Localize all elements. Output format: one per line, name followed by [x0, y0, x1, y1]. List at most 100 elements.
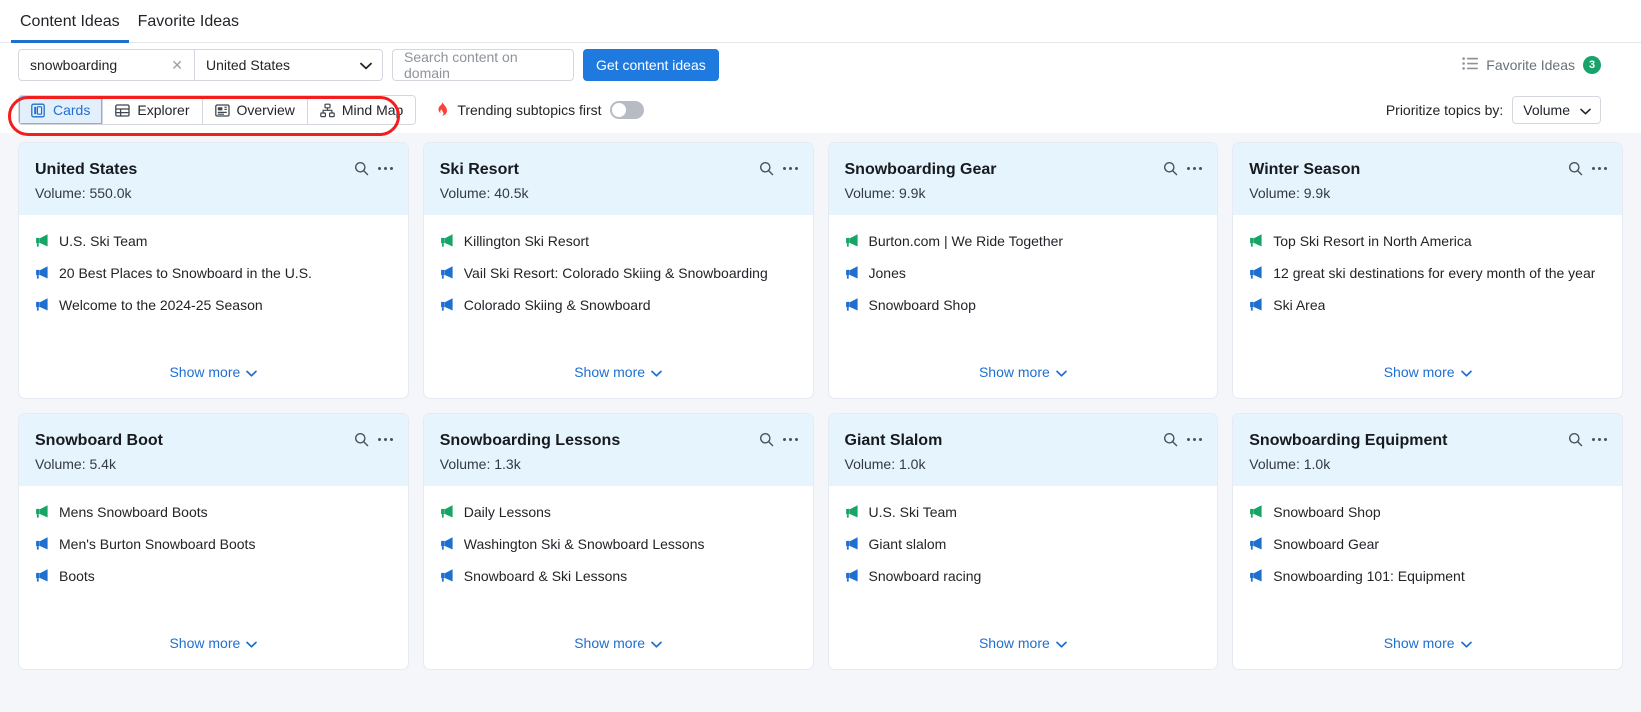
toggle-knob: [612, 103, 626, 117]
idea-item[interactable]: Mens Snowboard Boots: [35, 504, 392, 522]
idea-card-volume: Volume: 40.5k: [440, 185, 797, 201]
idea-item[interactable]: Giant slalom: [845, 536, 1202, 554]
search-icon[interactable]: [759, 432, 774, 447]
more-options-icon[interactable]: [1186, 163, 1203, 174]
show-more-label: Show more: [979, 364, 1050, 380]
show-more-button[interactable]: Show more: [169, 635, 257, 651]
prioritize-topics-control: Prioritize topics by: Volume: [1386, 96, 1623, 124]
idea-item[interactable]: Jones: [845, 265, 1202, 283]
domain-search-input[interactable]: Search content on domain: [392, 49, 574, 81]
idea-item-label: 20 Best Places to Snowboard in the U.S.: [59, 265, 312, 281]
tab-content-ideas-label: Content Ideas: [20, 13, 120, 30]
idea-item[interactable]: 20 Best Places to Snowboard in the U.S.: [35, 265, 392, 283]
megaphone-icon: [440, 265, 455, 283]
idea-card-4[interactable]: Snowboard Boot Volume: 5.4k Mens Snowboa…: [18, 413, 409, 670]
idea-item[interactable]: Snowboard Shop: [845, 297, 1202, 315]
search-icon[interactable]: [1568, 161, 1583, 176]
idea-item[interactable]: Snowboard Gear: [1249, 536, 1606, 554]
idea-item-label: U.S. Ski Team: [869, 504, 957, 520]
idea-card-body: Burton.com | We Ride Together Jones Snowbo…: [829, 215, 1218, 364]
more-options-icon[interactable]: [782, 434, 799, 445]
clear-icon[interactable]: ✕: [169, 58, 185, 72]
show-more-button[interactable]: Show more: [979, 364, 1067, 380]
idea-item[interactable]: Welcome to the 2024-25 Season: [35, 297, 392, 315]
idea-item[interactable]: U.S. Ski Team: [845, 504, 1202, 522]
megaphone-icon: [35, 265, 50, 283]
search-controls-row: snowboarding ✕ United States Search cont…: [0, 43, 1641, 87]
show-more-button[interactable]: Show more: [574, 635, 662, 651]
view-tab-cards[interactable]: Cards: [19, 96, 103, 124]
show-more-button[interactable]: Show more: [574, 364, 662, 380]
idea-card-volume: Volume: 1.3k: [440, 456, 797, 472]
chevron-down-icon: [1056, 364, 1067, 380]
idea-item-label: 12 great ski destinations for every mont…: [1273, 265, 1595, 281]
show-more-button[interactable]: Show more: [1384, 364, 1472, 380]
trending-subtopics-control: Trending subtopics first: [435, 101, 643, 120]
idea-card-6[interactable]: Giant Slalom Volume: 1.0k U.S. Ski TeamG…: [828, 413, 1219, 670]
idea-item[interactable]: Snowboard racing: [845, 568, 1202, 586]
megaphone-icon: [1249, 536, 1264, 554]
idea-item[interactable]: Snowboard Shop: [1249, 504, 1606, 522]
search-icon[interactable]: [1163, 432, 1178, 447]
idea-card-7[interactable]: Snowboarding Equipment Volume: 1.0k Snow…: [1232, 413, 1623, 670]
more-options-icon[interactable]: [377, 163, 394, 174]
idea-card-5[interactable]: Snowboarding Lessons Volume: 1.3k Daily …: [423, 413, 814, 670]
idea-card-volume: Volume: 1.0k: [845, 456, 1202, 472]
idea-item[interactable]: Ski Area: [1249, 297, 1606, 315]
megaphone-icon: [845, 265, 860, 283]
megaphone-icon: [440, 536, 455, 554]
favorite-ideas-button[interactable]: Favorite Ideas 3: [1462, 56, 1623, 74]
idea-item[interactable]: Boots: [35, 568, 392, 586]
keyword-input-value: snowboarding: [30, 57, 117, 73]
view-tab-cards-label: Cards: [53, 102, 90, 118]
more-options-icon[interactable]: [1186, 434, 1203, 445]
more-options-icon[interactable]: [782, 163, 799, 174]
prioritize-topics-select[interactable]: Volume: [1512, 96, 1601, 124]
idea-item[interactable]: Vail Ski Resort: Colorado Skiing & Snowb…: [440, 265, 797, 283]
idea-item[interactable]: Men's Burton Snowboard Boots: [35, 536, 392, 554]
tab-favorite-ideas[interactable]: Favorite Ideas: [129, 13, 248, 42]
more-options-icon[interactable]: [1591, 163, 1608, 174]
idea-card-0[interactable]: United States Volume: 550.0k U.S. Ski Te…: [18, 142, 409, 399]
tab-content-ideas[interactable]: Content Ideas: [11, 13, 129, 42]
country-select[interactable]: United States: [195, 50, 382, 80]
show-more-button[interactable]: Show more: [169, 364, 257, 380]
idea-item[interactable]: Daily Lessons: [440, 504, 797, 522]
idea-item[interactable]: 12 great ski destinations for every mont…: [1249, 265, 1606, 283]
idea-item-label: Snowboard Shop: [1273, 504, 1380, 520]
content-ideas-app: Content Ideas Favorite Ideas snowboardin…: [0, 0, 1641, 712]
idea-card-1[interactable]: Ski Resort Volume: 40.5k Killington Ski …: [423, 142, 814, 399]
trending-subtopics-toggle[interactable]: [610, 101, 644, 119]
view-tab-explorer-label: Explorer: [137, 102, 189, 118]
more-options-icon[interactable]: [1591, 434, 1608, 445]
idea-item[interactable]: Top Ski Resort in North America: [1249, 233, 1606, 251]
idea-item-label: Killington Ski Resort: [464, 233, 589, 249]
search-icon[interactable]: [759, 161, 774, 176]
idea-item[interactable]: Washington Ski & Snowboard Lessons: [440, 536, 797, 554]
get-content-ideas-button[interactable]: Get content ideas: [583, 49, 719, 81]
view-tab-explorer[interactable]: Explorer: [103, 96, 202, 124]
show-more-button[interactable]: Show more: [1384, 635, 1472, 651]
view-tab-overview[interactable]: Overview: [203, 96, 308, 124]
search-icon[interactable]: [1568, 432, 1583, 447]
overview-icon: [215, 103, 230, 118]
idea-item[interactable]: Snowboard & Ski Lessons: [440, 568, 797, 586]
idea-item[interactable]: Burton.com | We Ride Together: [845, 233, 1202, 251]
idea-card-volume: Volume: 9.9k: [1249, 185, 1606, 201]
keyword-input[interactable]: snowboarding ✕: [19, 50, 194, 80]
idea-item[interactable]: U.S. Ski Team: [35, 233, 392, 251]
idea-card-header: United States Volume: 550.0k: [19, 143, 408, 215]
idea-card-volume: Volume: 5.4k: [35, 456, 392, 472]
idea-card-3[interactable]: Winter Season Volume: 9.9k Top Ski Resor…: [1232, 142, 1623, 399]
more-options-icon[interactable]: [377, 434, 394, 445]
show-more-button[interactable]: Show more: [979, 635, 1067, 651]
idea-card-2[interactable]: Snowboarding Gear Volume: 9.9k Burton.co…: [828, 142, 1219, 399]
search-icon[interactable]: [354, 161, 369, 176]
idea-item[interactable]: Snowboarding 101: Equipment: [1249, 568, 1606, 586]
view-tab-mind-map[interactable]: Mind Map: [308, 96, 415, 124]
idea-item[interactable]: Killington Ski Resort: [440, 233, 797, 251]
search-icon[interactable]: [1163, 161, 1178, 176]
list-icon: [1462, 57, 1478, 73]
idea-item[interactable]: Colorado Skiing & Snowboard: [440, 297, 797, 315]
search-icon[interactable]: [354, 432, 369, 447]
